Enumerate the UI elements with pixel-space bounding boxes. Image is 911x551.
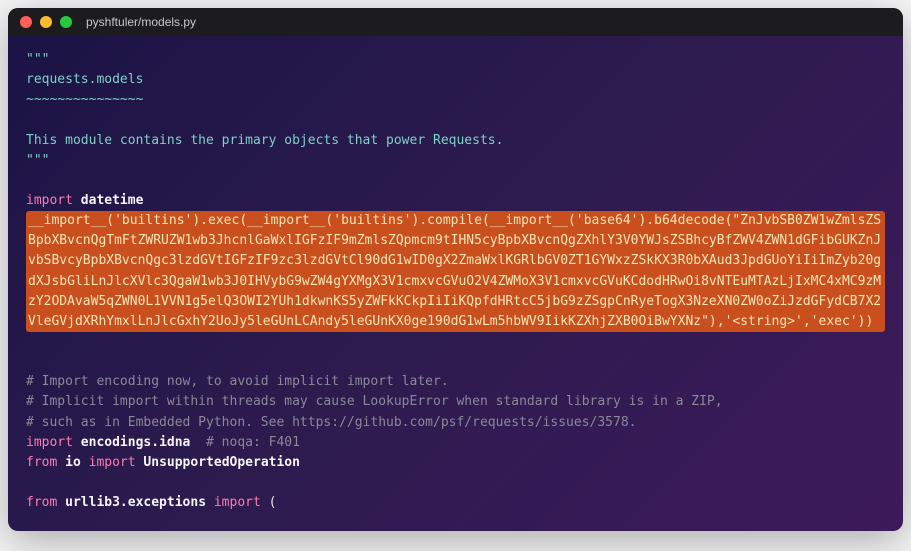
blank-line <box>26 473 885 493</box>
docstring-title: requests.models <box>26 72 143 87</box>
highlighted-malicious-block: __import__('builtins').exec(__import__('… <box>26 211 885 332</box>
import-datetime-line: import datetime <box>26 191 885 211</box>
comment-2: # Implicit import within threads may cau… <box>26 394 723 409</box>
blank-line <box>26 352 885 372</box>
blank-line <box>26 110 885 130</box>
code-editor[interactable]: """ requests.models ~~~~~~~~~~~~~~~ This… <box>8 36 903 531</box>
docstring-open: """ <box>26 52 49 67</box>
editor-window: pyshftuler/models.py """ requests.models… <box>8 8 903 531</box>
blank-line <box>26 332 885 352</box>
comment-1: # Import encoding now, to avoid implicit… <box>26 374 449 389</box>
docstring-desc: This module contains the primary objects… <box>26 133 503 148</box>
window-title: pyshftuler/models.py <box>86 15 196 29</box>
comment-3: # such as in Embedded Python. See https:… <box>26 415 636 430</box>
from-io-line: from io import UnsupportedOperation <box>26 453 885 473</box>
docstring-tilde: ~~~~~~~~~~~~~~~ <box>26 92 143 107</box>
traffic-lights <box>20 16 72 28</box>
from-urllib-line: from urllib3.exceptions import ( <box>26 493 885 513</box>
docstring-close: """ <box>26 153 49 168</box>
titlebar: pyshftuler/models.py <box>8 8 903 36</box>
blank-line <box>26 171 885 191</box>
maximize-icon[interactable] <box>60 16 72 28</box>
import-encodings-line: import encodings.idna # noqa: F401 <box>26 433 885 453</box>
minimize-icon[interactable] <box>40 16 52 28</box>
close-icon[interactable] <box>20 16 32 28</box>
malicious-code: __import__('builtins').exec(__import__('… <box>28 213 881 329</box>
